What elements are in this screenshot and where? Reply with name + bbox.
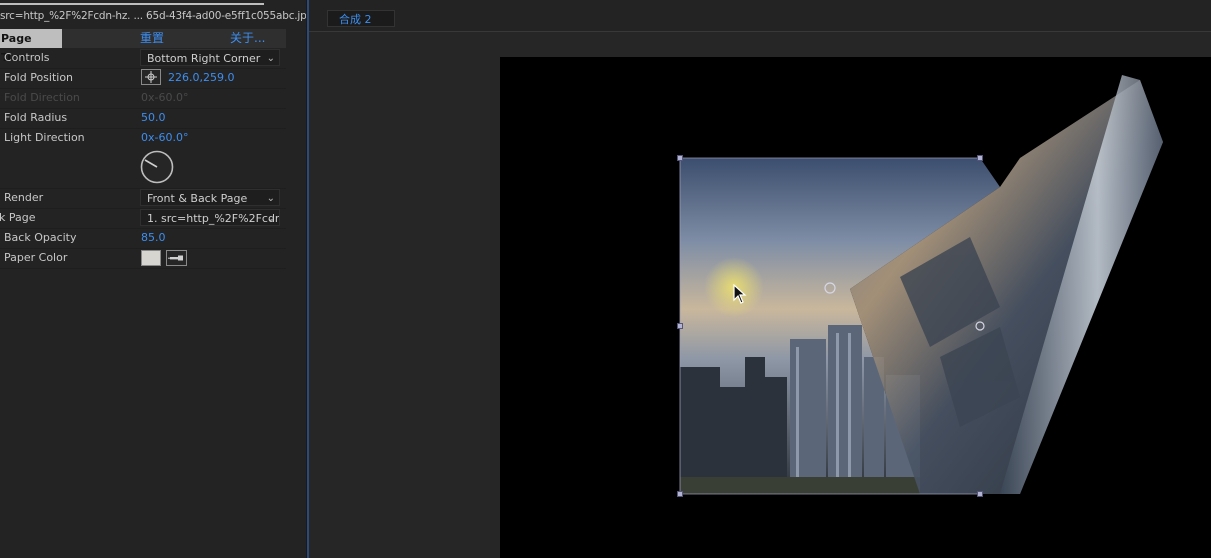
- fold-direction-value: 0x-60.0°: [141, 91, 189, 104]
- reset-link[interactable]: 重置: [140, 29, 164, 48]
- fold-position-value[interactable]: 226.0,259.0: [168, 68, 234, 88]
- light-direction-value[interactable]: 0x-60.0°: [141, 128, 188, 148]
- property-label: Controls: [4, 51, 50, 64]
- property-row-controls: Controls Bottom Right Corner ⌄: [0, 48, 286, 69]
- effect-header: Page Turn 重置 关于...: [0, 29, 286, 64]
- property-row-paper-color: Paper Color: [0, 248, 286, 269]
- transform-handle-bottom-right[interactable]: [977, 491, 983, 497]
- property-row-back-page: k Page 1. src=http_%2F%2Fcdn ⌄: [0, 208, 286, 229]
- eyedropper-icon[interactable]: [166, 250, 187, 266]
- layer-source-path: src=http_%2F%2Fcdn-hz. ... 65d-43f4-ad00…: [0, 10, 306, 22]
- paper-color-swatch[interactable]: [141, 250, 161, 266]
- render-dropdown[interactable]: Front & Back Page ⌄: [140, 189, 280, 206]
- transform-handle-bottom-left[interactable]: [677, 491, 683, 497]
- chevron-down-icon: ⌄: [266, 53, 275, 64]
- transform-handle-mid-left[interactable]: [677, 323, 683, 329]
- angle-dial-icon[interactable]: [140, 150, 174, 184]
- dropdown-value: Bottom Right Corner: [147, 52, 261, 65]
- property-label: Back Opacity: [4, 231, 77, 244]
- chevron-down-icon: ⌄: [266, 193, 275, 204]
- dropdown-value: 1. src=http_%2F%2Fcdn: [147, 212, 280, 225]
- fold-radius-value[interactable]: 50.0: [141, 108, 166, 128]
- about-link[interactable]: 关于...: [230, 29, 265, 48]
- mouse-pointer-icon: [733, 283, 747, 307]
- page-turn-layer-image[interactable]: [500, 57, 1211, 558]
- property-row-render: Render Front & Back Page ⌄: [0, 188, 286, 209]
- effect-controls-panel: src=http_%2F%2Fcdn-hz. ... 65d-43f4-ad00…: [0, 0, 307, 558]
- property-label: k Page: [0, 211, 36, 224]
- property-label: Paper Color: [4, 251, 68, 264]
- composition-canvas[interactable]: [500, 57, 1211, 558]
- controls-dropdown[interactable]: Bottom Right Corner ⌄: [140, 49, 280, 66]
- panel-top-divider: [0, 3, 264, 5]
- property-label: Fold Direction: [4, 91, 80, 104]
- property-row-fold-direction: Fold Direction 0x-60.0°: [0, 88, 286, 109]
- dropdown-value: Front & Back Page: [147, 192, 248, 205]
- property-row-back-opacity: Back Opacity 85.0: [0, 228, 286, 249]
- composition-panel: 合成 2: [309, 0, 1211, 558]
- transform-handle-top-right[interactable]: [977, 155, 983, 161]
- tab-composition[interactable]: 合成 2: [327, 10, 395, 27]
- property-label: Render: [4, 191, 44, 204]
- back-opacity-value[interactable]: 85.0: [141, 228, 166, 248]
- back-page-dropdown[interactable]: 1. src=http_%2F%2Fcdn ⌄: [140, 209, 280, 226]
- property-label: Fold Position: [4, 71, 74, 84]
- transform-handle-top-left[interactable]: [677, 155, 683, 161]
- property-label: Light Direction: [4, 131, 85, 144]
- property-row-fold-radius: Fold Radius 50.0: [0, 108, 286, 129]
- crosshair-target-icon[interactable]: [141, 69, 161, 85]
- property-label: Fold Radius: [4, 111, 68, 124]
- effect-name-page-turn[interactable]: Page Turn: [0, 29, 62, 64]
- property-row-fold-position: Fold Position 226.0,259.0: [0, 68, 286, 89]
- chevron-down-icon: ⌄: [266, 213, 275, 224]
